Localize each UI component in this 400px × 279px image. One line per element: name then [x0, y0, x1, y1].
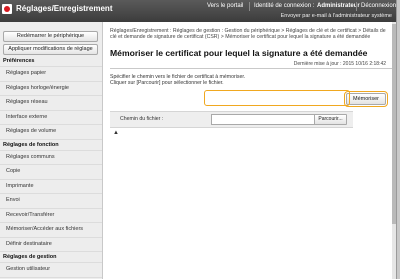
logout-link[interactable]: Déconnexion	[361, 3, 396, 9]
mail-admin-link[interactable]: Envoyer par e-mail à l'administrateur sy…	[281, 13, 392, 19]
sidebar-heading-management: Réglages de gestion	[0, 252, 102, 263]
description-line: Cliquer sur [Parcourir] pour sélectionne…	[110, 80, 224, 86]
store-button[interactable]: Mémoriser	[343, 90, 389, 108]
scrollbar-thumb[interactable]	[392, 24, 396, 224]
divider	[249, 2, 250, 11]
sidebar-item-store-access-files[interactable]: Mémoriser/Accéder aux fichiers	[0, 223, 102, 238]
sidebar-item-send[interactable]: Envoi	[0, 194, 102, 209]
divider	[356, 2, 357, 11]
sidebar-item-receive-forward[interactable]: Recevoir/Transférer	[0, 209, 102, 223]
sidebar-item-external-interface[interactable]: Interface externe	[0, 111, 102, 125]
app-title: Réglages/Enregistrement	[16, 4, 113, 13]
browser-window: Réglages/Enregistrement Vers le portail …	[0, 0, 397, 279]
sidebar-heading-preferences: Préférences	[0, 56, 102, 67]
sidebar-item-common[interactable]: Réglages communs	[0, 151, 102, 165]
canon-logo-icon	[2, 4, 12, 14]
breadcrumb[interactable]: Réglages/Enregistrement : Réglages de ge…	[110, 28, 392, 41]
file-path-input[interactable]	[211, 114, 315, 125]
restart-device-button[interactable]: Redémarrer le périphérique	[3, 31, 98, 42]
sidebar-item-set-destination[interactable]: Définir destinataire	[0, 238, 102, 252]
sidebar-item-volume[interactable]: Réglages de volume	[0, 125, 102, 140]
apply-settings-button[interactable]: Appliquer modifications de réglage	[3, 44, 98, 55]
sidebar-item-printer[interactable]: Imprimante	[0, 180, 102, 194]
sidebar-item-clock-energy[interactable]: Réglages horloge/énergie	[0, 82, 102, 96]
page-title: Mémoriser le certificat pour lequel la s…	[110, 48, 368, 58]
file-path-row: Chemin du fichier : Parcourir...	[110, 111, 353, 128]
sidebar-item-copy[interactable]: Copie	[0, 165, 102, 180]
top-bar: Réglages/Enregistrement Vers le portail …	[0, 0, 396, 22]
last-update-timestamp: Dernière mise à jour : 2015 10/16 2:18:4…	[293, 61, 386, 67]
browse-button[interactable]: Parcourir...	[314, 114, 347, 125]
scrollbar[interactable]	[392, 22, 396, 279]
sidebar-item-network[interactable]: Réglages réseau	[0, 96, 102, 111]
sidebar-heading-function: Réglages de fonction	[0, 140, 102, 151]
sidebar-menu: Préférences Réglages papier Réglages hor…	[0, 56, 102, 278]
sidebar-item-user-management[interactable]: Gestion utilisateur	[0, 263, 102, 278]
login-id-label: Identité de connexion :	[254, 3, 315, 9]
divider	[110, 68, 392, 69]
main-content: Réglages/Enregistrement : Réglages de ge…	[104, 22, 392, 279]
login-user: Administrateur	[317, 3, 360, 9]
file-path-label: Chemin du fichier :	[120, 116, 164, 122]
portal-link[interactable]: Vers le portail	[207, 3, 243, 9]
sidebar: Redémarrer le périphérique Appliquer mod…	[0, 22, 103, 279]
sidebar-item-paper[interactable]: Réglages papier	[0, 67, 102, 82]
back-to-top-icon[interactable]: ▲	[113, 130, 119, 136]
description: Spécifier le chemin vers le fichier de c…	[110, 74, 245, 86]
